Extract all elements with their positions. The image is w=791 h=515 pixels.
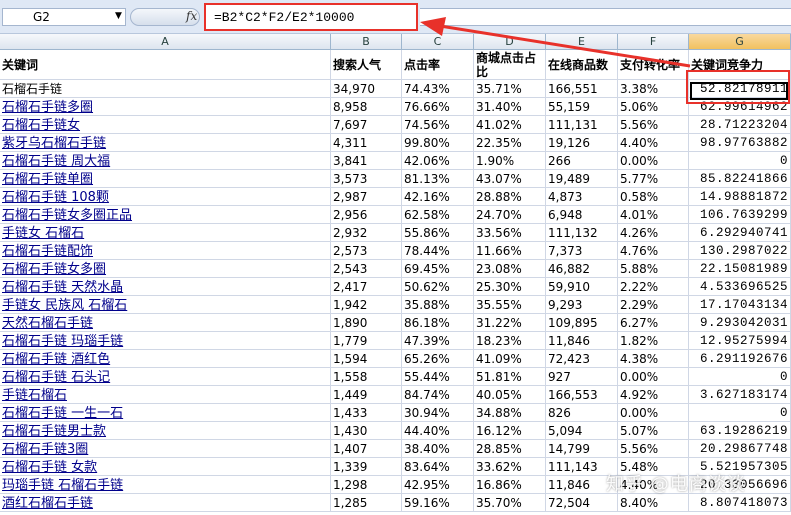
arrow-head xyxy=(420,17,446,36)
annotation-arrow xyxy=(420,17,691,68)
arrow-line xyxy=(439,24,691,68)
watermark: 知乎 @电商谈谈 xyxy=(606,474,746,495)
